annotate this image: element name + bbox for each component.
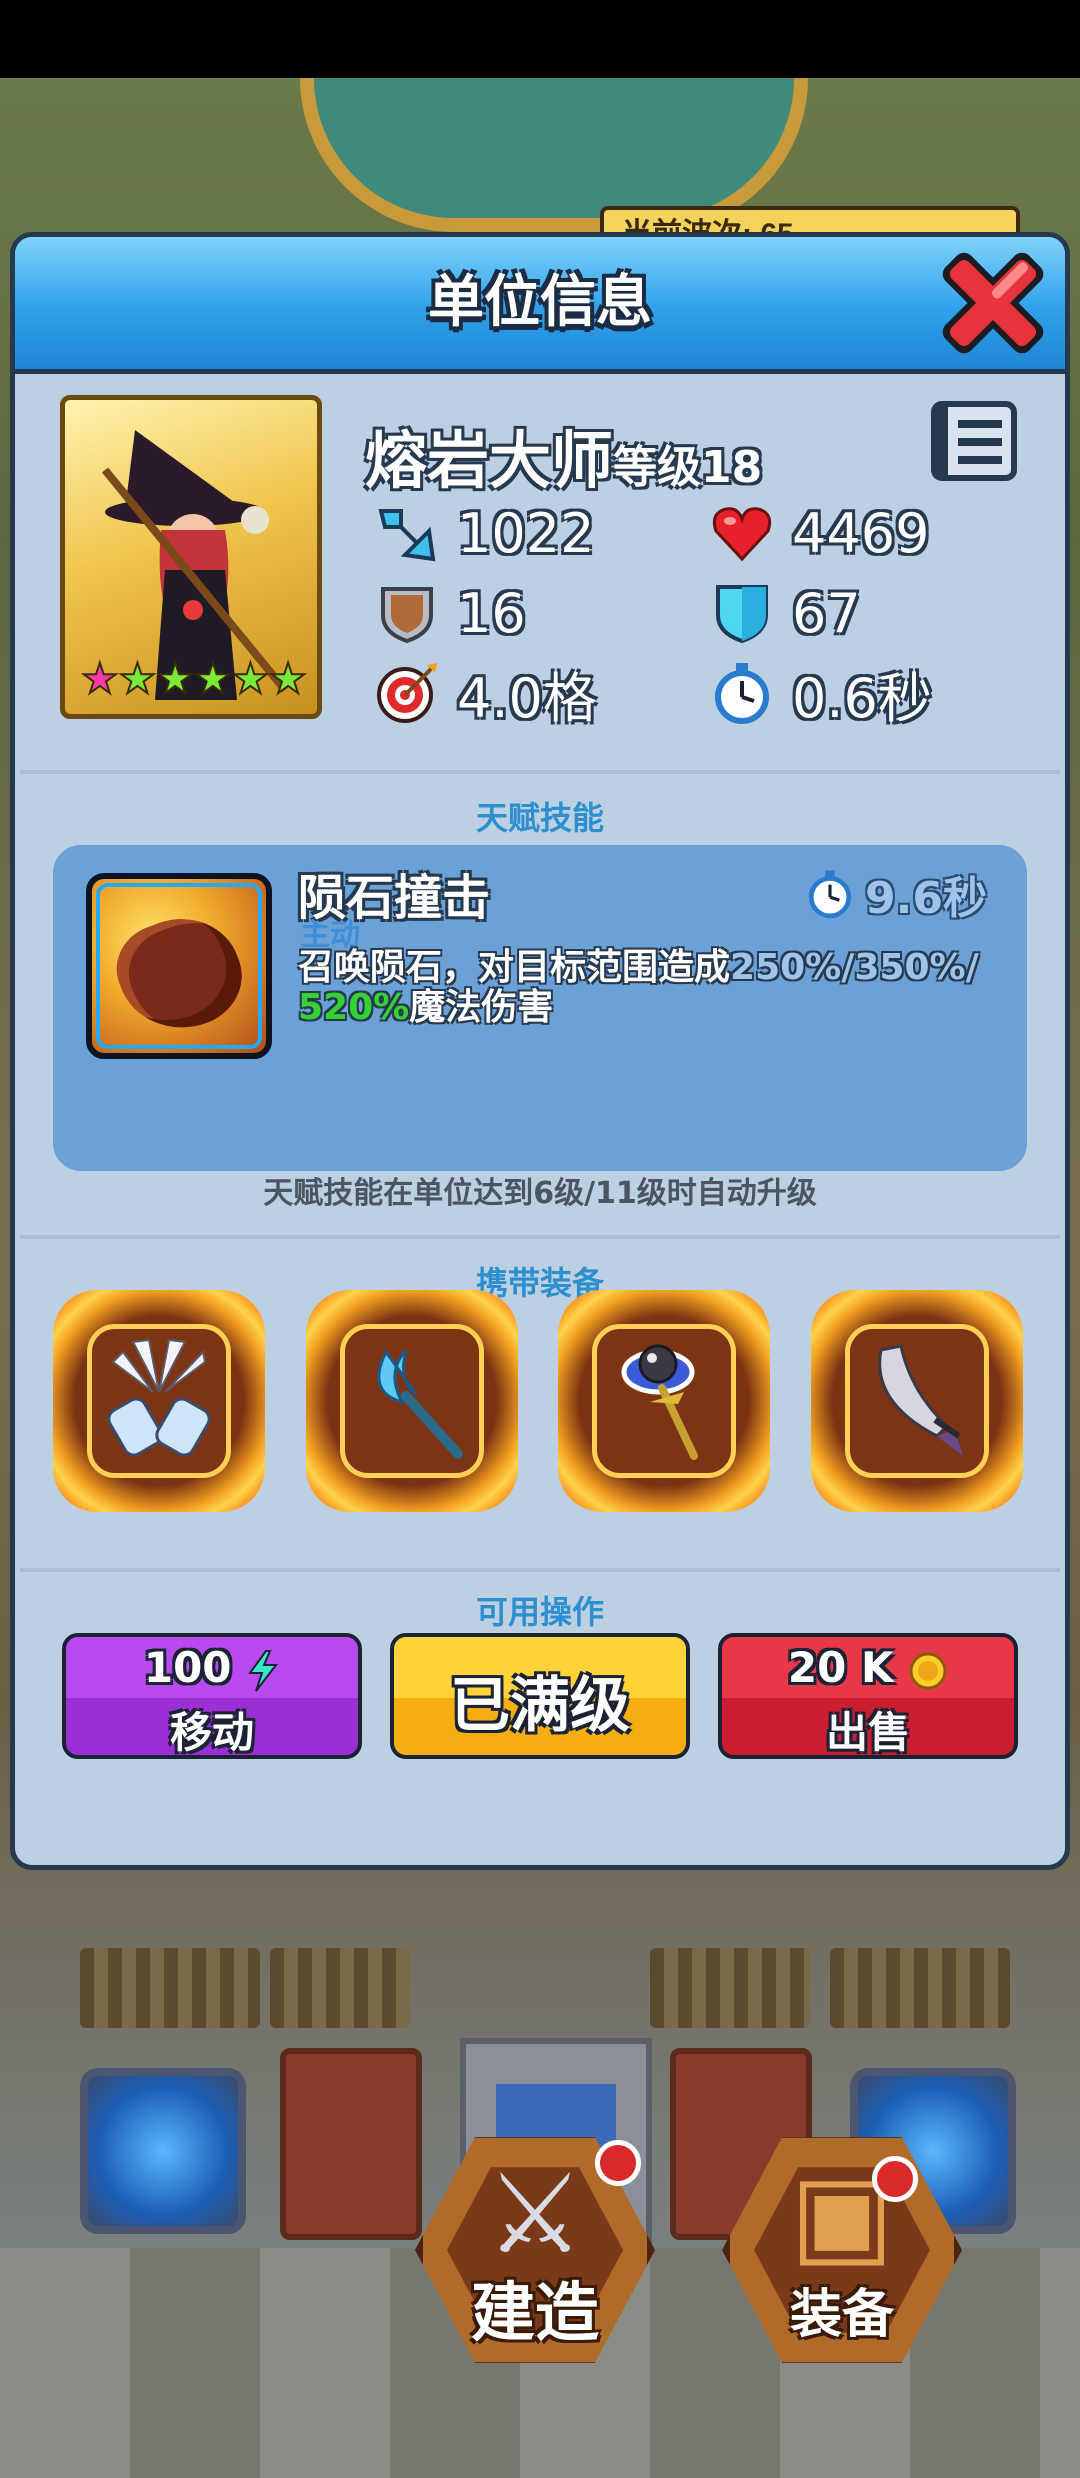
equipment-slot[interactable] [558,1290,770,1512]
hp-value: 4469 [792,501,930,565]
wooden-shield-icon [381,587,433,644]
target-icon [377,663,437,723]
stopwatch-icon [715,663,769,724]
spike-fence [650,1948,810,2028]
meteor-skill-icon[interactable] [86,873,272,1059]
star-icon: ★ [118,654,158,703]
armor-value: 16 [457,581,526,645]
range-stat: 4.0格 [375,658,597,730]
attack-value: 1022 [457,501,595,565]
unit-portrait: ★ ★ ★ ★ ★ ★ [60,395,322,719]
stopwatch-icon [808,870,852,919]
build-label: 建造 [471,2277,599,2351]
attack-icon [378,509,436,562]
talent-section-label: 天赋技能 [475,799,604,837]
skill-desc-main: 召唤陨石，对目标范围造成 [298,947,731,988]
attack-speed-stat: 0.6秒 [710,658,932,730]
equipment-slot[interactable] [811,1290,1023,1512]
attack-stat: 1022 [375,498,594,568]
move-label: 移动 [169,1708,254,1757]
winged-bracers-icon [107,1338,211,1457]
equip-label: 装备 [789,2285,894,2345]
divider [20,1235,1060,1239]
star-icon: ★ [155,654,195,703]
unit-name: 熔岩大师等级18 [365,410,762,500]
document-icon[interactable] [928,398,1020,484]
divider [20,770,1060,774]
skill-description: 召唤陨石，对目标范围造成250%/350%/ 520%魔法伤害 [298,948,1018,1028]
star-icon: ★ [80,654,120,703]
gold-coin-icon [909,1652,947,1689]
hp-stat: 4469 [710,498,929,568]
actions-section-label: 可用操作 [475,1593,604,1631]
armor-stat: 16 [375,578,526,648]
star-icon: ★ [268,654,308,703]
move-button[interactable]: 100 移动 [62,1633,362,1759]
skill-desc-scaling: 250%/350%/ [730,947,979,988]
attack-speed-value: 0.6秒 [792,666,932,730]
orb-scepter-icon [621,1344,698,1460]
equipment-slot[interactable] [306,1290,518,1512]
spike-fence [830,1948,1010,2028]
divider [20,1568,1060,1572]
max-level-button[interactable]: 已满级 [390,1633,690,1759]
move-cost: 100 [66,1643,358,1693]
blue-shield-icon [716,585,768,644]
star-icon: ★ [193,654,233,703]
dialog-title: 单位信息 [428,270,652,335]
close-icon[interactable] [928,238,1058,368]
magic-resist-stat: 67 [710,578,861,648]
unit-name-text: 熔岩大师 [365,424,614,497]
ice-staff-icon [377,1348,463,1459]
blue-portal [80,2068,246,2234]
heart-icon [712,507,772,562]
sell-label: 出售 [825,1708,910,1757]
magic-resist-value: 67 [792,581,861,645]
equipment-slot[interactable] [53,1290,265,1512]
lightning-icon [248,1649,279,1692]
star-rating: ★ ★ ★ ★ ★ ★ [80,654,308,703]
sell-price-value: 20 K [787,1643,894,1692]
build-notification-dot [595,2140,641,2186]
skill-desc-current: 520% [298,987,410,1028]
spike-fence [270,1948,410,2028]
move-cost-value: 100 [143,1643,232,1692]
gold-mine [280,2048,422,2240]
unit-level: 等级18 [613,442,763,493]
star-icon: ★ [231,654,271,703]
skill-cooldown: 9.6秒 [805,862,987,926]
spike-fence [80,1948,260,2028]
skill-cooldown-value: 9.6秒 [865,873,987,924]
max-level-label: 已满级 [450,1671,630,1741]
skill-upgrade-note: 天赋技能在单位达到6级/11级时自动升级 [263,1176,817,1211]
sell-price: 20 K [722,1643,1014,1692]
curved-blade-icon [878,1344,963,1456]
sell-button[interactable]: 20 K 出售 [718,1633,1018,1759]
range-value: 4.0格 [457,666,597,730]
skill-desc-tail: 魔法伤害 [409,987,554,1028]
chest-icon: ▣ [790,2150,894,2278]
equip-notification-dot [872,2156,918,2202]
